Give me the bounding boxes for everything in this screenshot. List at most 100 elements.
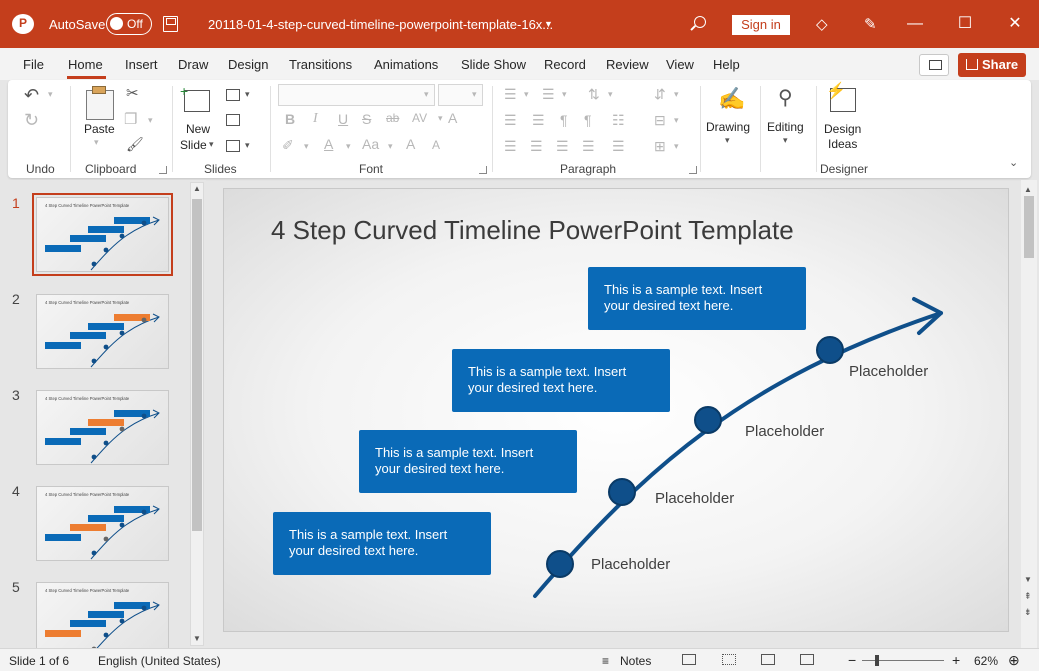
zoom-in-icon[interactable]: + xyxy=(952,652,960,668)
reading-view-icon[interactable] xyxy=(761,654,775,665)
save-icon[interactable] xyxy=(163,16,178,32)
tab-help[interactable]: Help xyxy=(713,57,740,72)
previous-slide-icon[interactable]: ⇞ xyxy=(1024,592,1032,601)
scroll-up-icon[interactable]: ▲ xyxy=(193,185,201,193)
smartart-icon[interactable]: ⊞ xyxy=(654,139,666,153)
grow-font-icon[interactable]: A xyxy=(406,137,415,151)
notes-button[interactable]: Notes xyxy=(620,654,651,668)
text-direction-icon[interactable]: ⇵ xyxy=(654,87,666,101)
align-text-icon[interactable]: ⊟ xyxy=(654,113,666,127)
tab-animations[interactable]: Animations xyxy=(374,57,438,72)
tab-insert[interactable]: Insert xyxy=(125,57,158,72)
chevron-down-icon[interactable]: ▾ xyxy=(245,141,250,150)
italic-button[interactable]: I xyxy=(313,112,318,126)
line-spacing-icon[interactable]: ⇅ xyxy=(588,87,600,101)
sign-in-button[interactable]: Sign in xyxy=(732,15,790,35)
text-box-3[interactable]: This is a sample text. Insert your desir… xyxy=(452,349,670,412)
columns-icon[interactable]: ☷ xyxy=(612,113,625,127)
distributed-icon[interactable]: ☰ xyxy=(612,139,625,153)
rtl-icon[interactable]: ¶ xyxy=(584,113,592,127)
font-dialog-launcher[interactable] xyxy=(479,166,487,174)
strikethrough-button[interactable]: S xyxy=(362,112,371,126)
numbering-icon[interactable]: ☰ xyxy=(542,87,555,101)
close-icon[interactable]: ✕ xyxy=(1003,12,1027,36)
paste-icon[interactable] xyxy=(86,90,114,120)
tab-draw[interactable]: Draw xyxy=(178,57,208,72)
reset-icon[interactable] xyxy=(226,114,240,126)
pen-icon[interactable]: ✎ xyxy=(864,15,877,33)
tab-transitions[interactable]: Transitions xyxy=(289,57,352,72)
chevron-down-icon[interactable]: ▾ xyxy=(725,136,730,145)
clear-formatting-icon[interactable]: A xyxy=(448,111,457,125)
placeholder-label-4[interactable]: Placeholder xyxy=(849,363,928,380)
paragraph-dialog-launcher[interactable] xyxy=(689,166,697,174)
find-icon[interactable]: ⚲ xyxy=(778,88,793,108)
slide-thumbnail[interactable]: 4 Step Curved Timeline PowerPoint Templa… xyxy=(36,582,169,648)
placeholder-label-1[interactable]: Placeholder xyxy=(591,556,670,573)
tab-view[interactable]: View xyxy=(666,57,694,72)
highlight-icon[interactable]: ✐ xyxy=(282,138,294,152)
slide-scrollbar[interactable]: ▲ ▼ ⇞ ⇟ xyxy=(1021,180,1037,648)
scroll-down-icon[interactable]: ▼ xyxy=(193,635,201,643)
tab-home[interactable]: Home xyxy=(68,57,103,72)
av-spacing-button[interactable]: AV xyxy=(412,112,427,124)
align-left-icon[interactable]: ☰ xyxy=(504,139,517,153)
maximize-icon[interactable]: ☐ xyxy=(953,12,977,36)
undo-icon[interactable]: ↶ xyxy=(24,86,39,104)
slide-sorter-icon[interactable] xyxy=(722,654,736,665)
section-icon[interactable] xyxy=(226,140,240,152)
chevron-down-icon[interactable]: ▾ xyxy=(245,90,250,99)
scroll-thumb[interactable] xyxy=(192,199,202,531)
shrink-font-icon[interactable]: A xyxy=(432,139,440,151)
slide-canvas[interactable]: 4 Step Curved Timeline PowerPoint Templa… xyxy=(223,188,1009,632)
justify-icon[interactable]: ☰ xyxy=(582,139,595,153)
redo-icon[interactable]: ↻ xyxy=(24,111,39,129)
file-name[interactable]: 20118-01-4-step-curved-timeline-powerpoi… xyxy=(208,17,553,32)
next-slide-icon[interactable]: ⇟ xyxy=(1024,608,1032,617)
paste-label[interactable]: Paste xyxy=(84,122,115,136)
normal-view-icon[interactable] xyxy=(682,654,696,665)
editing-label[interactable]: Editing xyxy=(767,120,804,134)
chevron-down-icon[interactable]: ▾ xyxy=(94,138,99,147)
cut-icon[interactable]: ✂ xyxy=(126,86,139,101)
ltr-icon[interactable]: ¶ xyxy=(560,113,568,127)
diamond-icon[interactable]: ◇ xyxy=(816,15,828,33)
case-icon[interactable]: Aa xyxy=(362,137,379,151)
zoom-level[interactable]: 62% xyxy=(974,654,998,668)
comments-button[interactable] xyxy=(919,54,949,76)
chevron-down-icon[interactable]: ▾ xyxy=(209,140,214,149)
copy-icon[interactable]: ❐ xyxy=(124,112,137,127)
notes-icon[interactable]: ≡ xyxy=(602,654,609,668)
slide-thumbnail[interactable]: 4 Step Curved Timeline PowerPoint Templa… xyxy=(36,486,169,561)
bullets-icon[interactable]: ☰ xyxy=(504,87,517,101)
char-spacing-button[interactable]: ab xyxy=(386,112,399,124)
font-family-select[interactable] xyxy=(278,84,435,106)
minimize-icon[interactable]: — xyxy=(903,12,927,36)
tab-file[interactable]: File xyxy=(23,57,44,72)
slide-title[interactable]: 4 Step Curved Timeline PowerPoint Templa… xyxy=(271,215,794,246)
tab-review[interactable]: Review xyxy=(606,57,649,72)
scroll-down-icon[interactable]: ▼ xyxy=(1024,576,1032,584)
design-ideas-label-2[interactable]: Ideas xyxy=(828,137,857,151)
layout-icon[interactable] xyxy=(226,89,240,101)
text-box-1[interactable]: This is a sample text. Insert your desir… xyxy=(273,512,491,575)
align-right-icon[interactable]: ☰ xyxy=(556,139,569,153)
autosave-toggle[interactable]: Off xyxy=(106,13,152,35)
placeholder-label-3[interactable]: Placeholder xyxy=(745,423,824,440)
language-indicator[interactable]: English (United States) xyxy=(98,654,221,668)
chevron-down-icon[interactable]: ▼ xyxy=(544,19,553,29)
align-center-icon[interactable]: ☰ xyxy=(530,139,543,153)
increase-indent-icon[interactable]: ☰ xyxy=(532,113,545,127)
bold-button[interactable]: B xyxy=(285,112,295,126)
text-box-4[interactable]: This is a sample text. Insert your desir… xyxy=(588,267,806,330)
zoom-out-icon[interactable]: − xyxy=(848,652,856,668)
decrease-indent-icon[interactable]: ☰ xyxy=(504,113,517,127)
font-color-icon[interactable]: A xyxy=(324,137,333,151)
zoom-slider-thumb[interactable] xyxy=(875,655,879,666)
slide-thumbnail[interactable]: 4 Step Curved Timeline PowerPoint Templa… xyxy=(36,294,169,369)
shapes-icon[interactable]: ✍ xyxy=(718,88,745,110)
clipboard-dialog-launcher[interactable] xyxy=(159,166,167,174)
format-painter-icon[interactable]: 🖌 xyxy=(126,137,144,151)
underline-button[interactable]: U xyxy=(338,112,348,126)
tab-design[interactable]: Design xyxy=(228,57,268,72)
